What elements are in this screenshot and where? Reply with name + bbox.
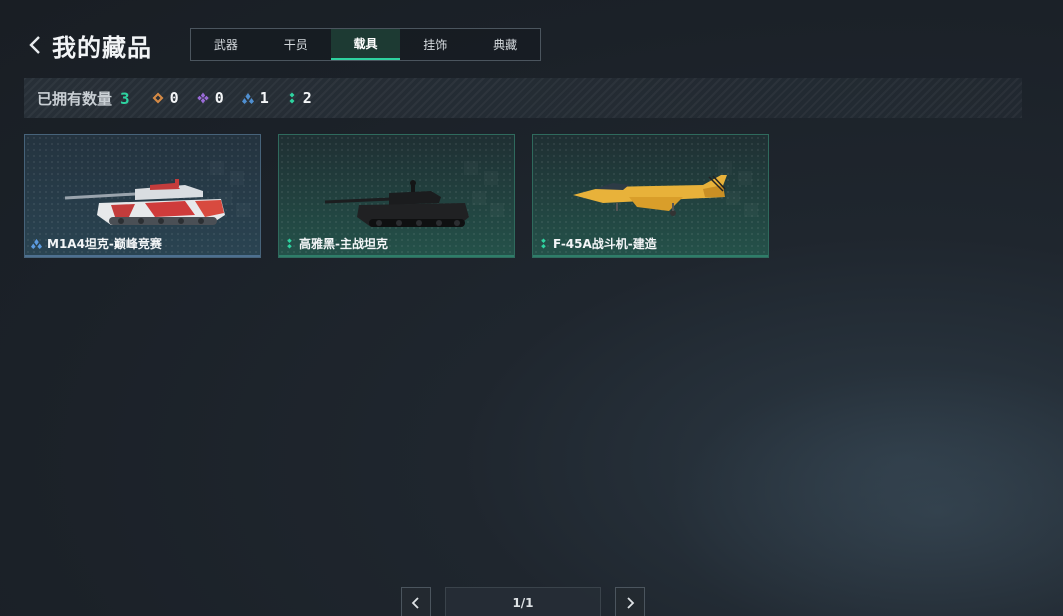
rarity-count: 0	[169, 89, 179, 107]
tank-m1a4-image	[64, 179, 225, 225]
owned-count-label: 已拥有数量	[37, 89, 113, 108]
collection-grid: M1A4坦克-巅峰竞赛 高雅黑-主战坦克 F-45A战斗机-建造	[24, 134, 769, 258]
prev-page-button[interactable]	[401, 587, 431, 616]
rarity-count: 0	[214, 89, 224, 107]
rarity-count: 1	[259, 89, 269, 107]
tab-weapons[interactable]: 武器	[191, 29, 261, 60]
chevron-left-icon	[29, 36, 40, 54]
next-page-button[interactable]	[615, 587, 645, 616]
green-diamond-icon	[541, 238, 546, 249]
collection-item-card[interactable]: M1A4坦克-巅峰竞赛	[24, 134, 261, 258]
pagination: 1/1	[401, 587, 645, 616]
background-mist	[643, 356, 1063, 616]
page-indicator: 1/1	[445, 587, 601, 616]
owned-total-count: 3	[120, 88, 130, 108]
tab-vehicles[interactable]: 载具	[330, 29, 401, 60]
jet-f45a-image	[573, 175, 727, 216]
chevron-left-icon	[411, 597, 419, 609]
item-name: M1A4坦克-巅峰竞赛	[47, 237, 162, 251]
card-footer: M1A4坦克-巅峰竞赛	[31, 235, 162, 252]
item-name: F-45A战斗机-建造	[553, 237, 657, 251]
green-diamond-icon	[287, 238, 292, 249]
purple-diamond-icon	[196, 92, 209, 104]
rarity-stat-orange: 0	[152, 89, 179, 107]
rarity-stat-blue: 1	[241, 89, 269, 107]
collection-item-card[interactable]: F-45A战斗机-建造	[532, 134, 769, 258]
card-footer: 高雅黑-主战坦克	[285, 235, 388, 252]
item-name: 高雅黑-主战坦克	[299, 237, 388, 251]
back-button[interactable]	[24, 30, 46, 60]
owned-count-bar: 已拥有数量 3 0 0 1 2	[24, 78, 1022, 118]
category-tabs: 武器 干员 载具 挂饰 典藏	[190, 28, 541, 61]
card-rarity-stripe	[25, 255, 260, 257]
chevron-right-icon	[627, 597, 635, 609]
collection-item-card[interactable]: 高雅黑-主战坦克	[278, 134, 515, 258]
blue-diamond-icon	[31, 238, 42, 249]
tab-operators[interactable]: 干员	[261, 29, 331, 60]
tab-charms[interactable]: 挂饰	[400, 29, 470, 60]
blue-diamond-icon	[241, 93, 254, 104]
rarity-count: 2	[302, 89, 312, 107]
page-title: 我的藏品	[52, 33, 152, 62]
card-rarity-stripe	[279, 255, 514, 257]
orange-diamond-icon	[152, 92, 164, 104]
green-diamond-icon	[289, 92, 295, 104]
card-rarity-stripe	[533, 255, 768, 257]
rarity-stat-green: 2	[287, 89, 312, 107]
tank-black-image	[324, 180, 469, 227]
tab-collection[interactable]: 典藏	[470, 29, 540, 60]
rarity-stat-purple: 0	[196, 89, 224, 107]
page-header: 我的藏品	[24, 28, 152, 62]
card-footer: F-45A战斗机-建造	[539, 235, 657, 252]
